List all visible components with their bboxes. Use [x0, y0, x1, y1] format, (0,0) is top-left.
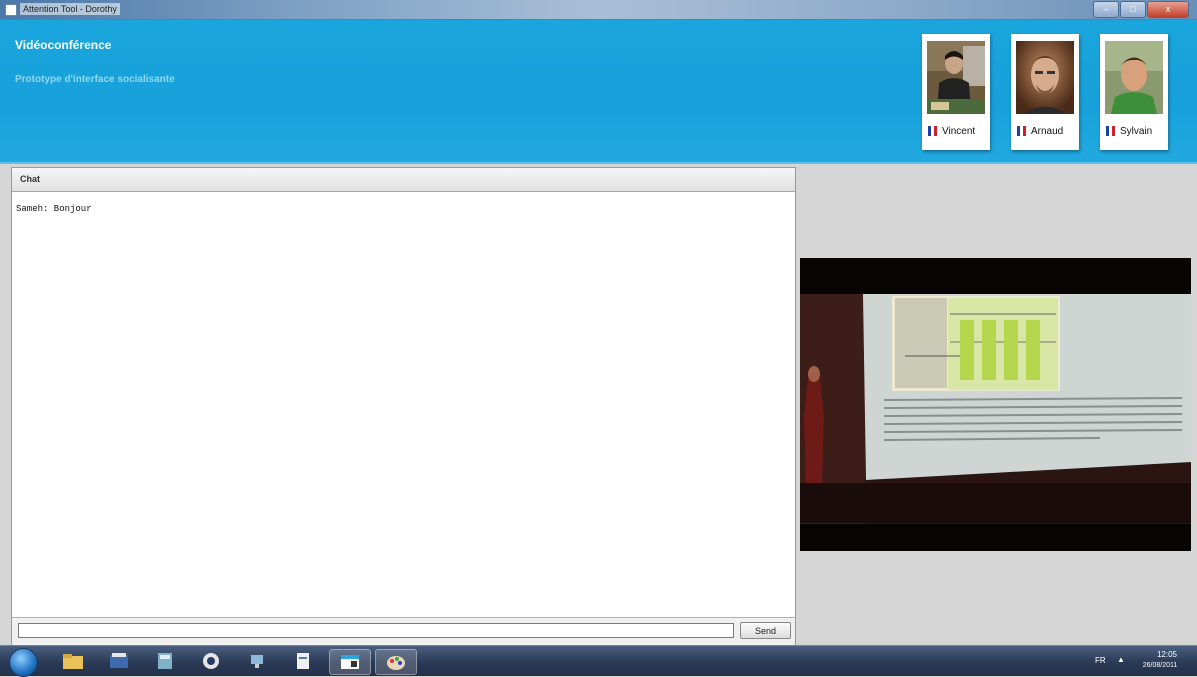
france-flag-icon: [1017, 126, 1026, 136]
input-language-indicator[interactable]: FR: [1095, 656, 1106, 665]
chat-log: Sameh: Bonjour: [16, 204, 92, 214]
app-header: Vidéoconférence Prototype d'interface so…: [0, 20, 1197, 164]
calculator-icon[interactable]: [145, 649, 185, 673]
participant-photo: [1105, 41, 1163, 114]
participant-card[interactable]: Vincent: [922, 34, 990, 150]
france-flag-icon: [928, 126, 937, 136]
clock-time[interactable]: 12:05: [1148, 650, 1186, 659]
app-title: Vidéoconférence: [15, 38, 112, 52]
taskbar: FR ▲ 12:05 26/08/2011: [0, 645, 1197, 677]
media-player-icon[interactable]: [191, 649, 231, 673]
document-tool-icon[interactable]: [283, 649, 323, 673]
maximize-button[interactable]: □: [1120, 1, 1146, 18]
clock-date[interactable]: 26/08/2011: [1134, 662, 1186, 669]
close-button[interactable]: x: [1147, 1, 1189, 18]
chat-panel: Chat Sameh: Bonjour Send: [11, 167, 796, 647]
minimize-button[interactable]: –: [1093, 1, 1119, 18]
chat-message-input[interactable]: [18, 623, 734, 638]
file-explorer-icon[interactable]: [53, 649, 93, 673]
participant-card[interactable]: Arnaud: [1011, 34, 1079, 150]
chat-footer: Send: [12, 617, 795, 646]
media-library-icon[interactable]: [99, 649, 139, 673]
participant-photo: [927, 41, 985, 114]
send-button[interactable]: Send: [740, 622, 791, 639]
participant-name: Sylvain: [1120, 126, 1153, 137]
app-subtitle: Prototype d'interface socialisante: [15, 74, 175, 85]
participant-card[interactable]: Sylvain: [1100, 34, 1168, 150]
video-feed[interactable]: [800, 258, 1191, 551]
window-title: Attention Tool - Dorothy: [20, 3, 120, 15]
app-icon: [5, 4, 17, 16]
show-hidden-icons-icon[interactable]: ▲: [1117, 655, 1125, 664]
participant-name: Vincent: [942, 126, 976, 137]
window-title-bar[interactable]: Attention Tool - Dorothy – □ x: [0, 0, 1197, 20]
attention-tool-window-icon[interactable]: [329, 649, 371, 675]
start-orb-icon[interactable]: [9, 648, 38, 677]
participant-name: Arnaud: [1031, 126, 1064, 137]
window-controls: – □ x: [1092, 1, 1189, 18]
chat-title: Chat: [12, 168, 795, 192]
participant-photo: [1016, 41, 1074, 114]
network-icon[interactable]: [237, 649, 277, 673]
france-flag-icon: [1106, 126, 1115, 136]
chat-message: Sameh: Bonjour: [16, 204, 92, 214]
paint-icon[interactable]: [375, 649, 417, 675]
